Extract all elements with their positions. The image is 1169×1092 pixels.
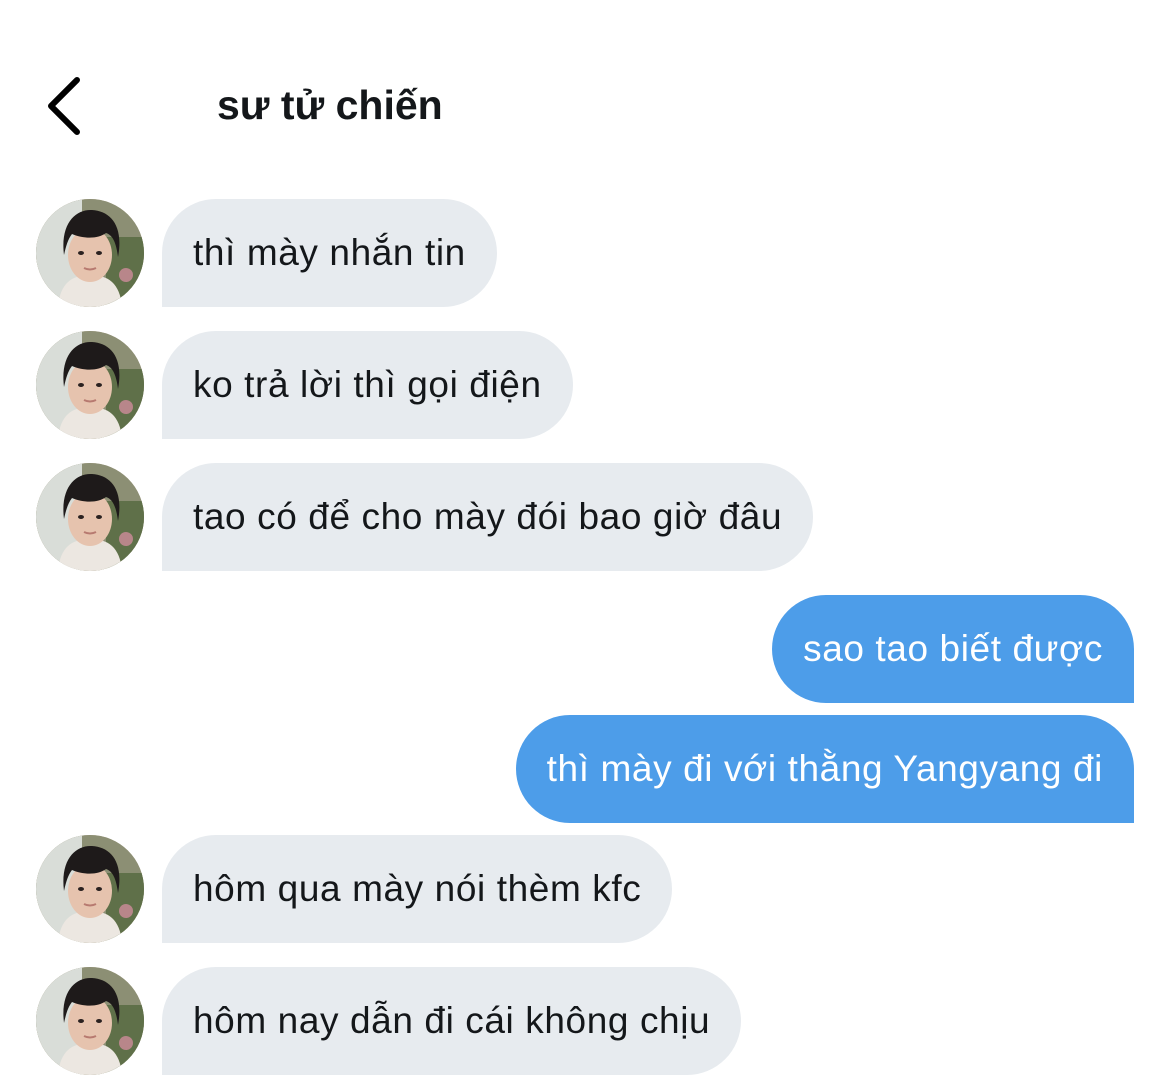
avatar[interactable] xyxy=(36,199,144,307)
incoming-message-bubble[interactable]: tao có để cho mày đói bao giờ đâu xyxy=(162,463,814,571)
message-row: hôm nay dẫn đi cái không chịu xyxy=(0,967,1169,1075)
avatar[interactable] xyxy=(36,331,144,439)
message-row: hôm qua mày nói thèm kfc xyxy=(0,835,1169,943)
incoming-message-bubble[interactable]: ko trả lời thì gọi điện xyxy=(162,331,573,439)
message-row: ko trả lời thì gọi điện xyxy=(0,331,1169,439)
outgoing-message-bubble[interactable]: sao tao biết được xyxy=(772,595,1134,703)
outgoing-message-bubble[interactable]: thì mày đi với thằng Yangyang đi xyxy=(515,715,1134,823)
message-row: thì mày nhắn tin xyxy=(0,199,1169,307)
avatar[interactable] xyxy=(36,967,144,1075)
message-row: sao tao biết được xyxy=(0,595,1169,703)
incoming-message-bubble[interactable]: hôm qua mày nói thèm kfc xyxy=(162,835,673,943)
message-thread: thì mày nhắn tin ko trả lời thì gọi điện xyxy=(0,0,1169,1092)
message-row: thì mày đi với thằng Yangyang đi xyxy=(0,715,1169,823)
avatar[interactable] xyxy=(36,835,144,943)
message-row: tao có để cho mày đói bao giờ đâu xyxy=(0,463,1169,571)
incoming-message-bubble[interactable]: hôm nay dẫn đi cái không chịu xyxy=(162,967,742,1075)
avatar[interactable] xyxy=(36,463,144,571)
incoming-message-bubble[interactable]: thì mày nhắn tin xyxy=(162,199,497,307)
